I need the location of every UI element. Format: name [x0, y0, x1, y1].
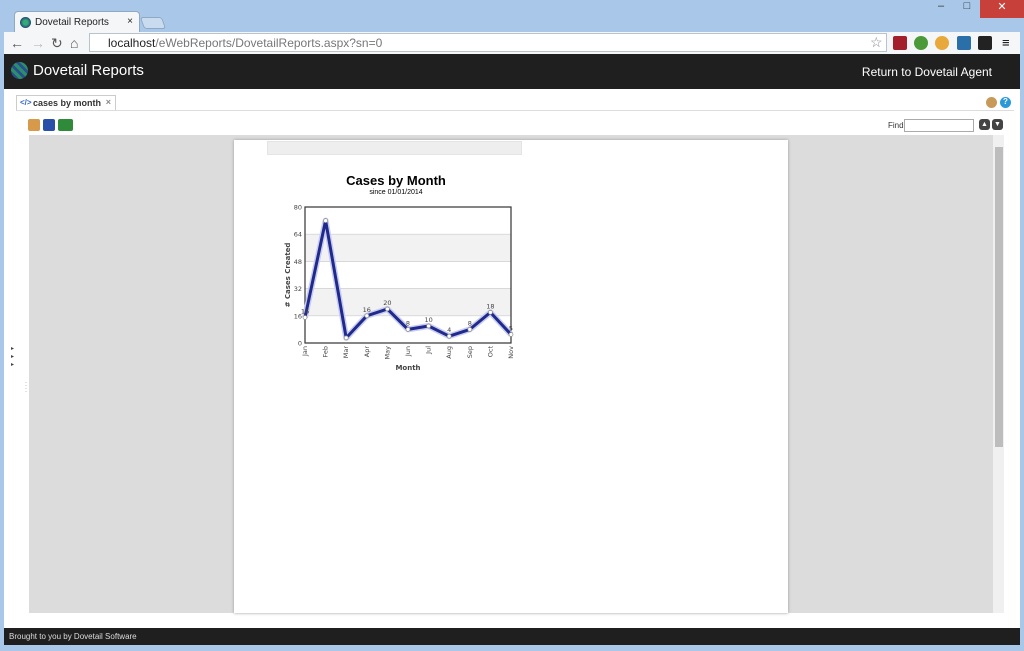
help-icon[interactable]: ? [1000, 97, 1011, 108]
x-tick-label: Nov [507, 346, 515, 359]
edit-icon[interactable] [28, 119, 40, 131]
data-point [343, 335, 349, 341]
find-next-button[interactable]: ▼ [992, 119, 1003, 130]
app-header: Dovetail Reports Return to Dovetail Agent [4, 54, 1020, 89]
bookmark-star-icon[interactable]: ☆ [870, 34, 883, 51]
data-point [446, 333, 452, 339]
data-point [467, 327, 473, 332]
browser-tab[interactable]: Dovetail Reports × [14, 11, 140, 33]
scrollbar-thumb[interactable] [995, 147, 1003, 447]
report-tab[interactable]: </> cases by month × [16, 95, 116, 111]
y-tick-label: 32 [294, 285, 302, 293]
home-icon[interactable]: ⌂ [70, 35, 78, 51]
app-title: Dovetail Reports [33, 62, 144, 79]
green-extension-icon[interactable] [914, 36, 928, 50]
splitter-handle[interactable]: · · · · [25, 380, 27, 395]
export-excel-icon[interactable] [58, 119, 73, 131]
x-tick-label: May [383, 346, 391, 360]
find-input[interactable] [904, 119, 974, 132]
y-tick-label: 64 [294, 231, 302, 239]
divider [16, 110, 1014, 111]
x-tick-label: Sep [466, 346, 474, 358]
data-point [488, 310, 493, 315]
data-label: 16 [301, 308, 309, 316]
lastpass-extension-icon[interactable] [893, 36, 907, 50]
data-point [385, 306, 390, 312]
x-tick-label: Mar [342, 346, 350, 359]
black-extension-icon[interactable] [978, 36, 992, 50]
x-axis-label: Month [395, 364, 420, 372]
find-label: Find [888, 121, 904, 130]
x-tick-label: Feb [322, 346, 330, 358]
y-tick-label: 80 [294, 204, 302, 212]
footer: Brought to you by Dovetail Software [4, 628, 1020, 645]
data-label: 20 [383, 299, 391, 307]
x-tick-label: Jul [425, 346, 433, 355]
save-icon[interactable] [43, 119, 55, 131]
close-tab-icon[interactable]: × [127, 16, 133, 27]
user-icon[interactable] [986, 97, 997, 108]
address-bar[interactable]: localhost/eWebReports/DovetailReports.as… [89, 33, 887, 52]
x-tick-label: Apr [363, 346, 371, 358]
data-point [364, 313, 370, 319]
back-icon[interactable]: ← [10, 35, 24, 51]
maximize-icon[interactable]: □ [954, 0, 980, 18]
chart-title: Cases by Month [346, 173, 446, 188]
data-point [302, 315, 308, 320]
line-chart: Cases by Month since 01/01/2014 01632486… [284, 173, 515, 372]
x-tick-label: Oct [486, 346, 494, 358]
y-axis-label: # Cases Created [284, 243, 292, 308]
chart-subtitle: since 01/01/2014 [369, 189, 422, 196]
data-point [405, 327, 411, 332]
report-tab-label: cases by month [33, 98, 102, 108]
dovetail-logo-icon [11, 62, 28, 79]
close-window-icon[interactable]: ✕ [980, 0, 1024, 18]
find-previous-button[interactable]: ▲ [979, 119, 990, 130]
reload-icon[interactable]: ↻ [51, 35, 63, 52]
dovetail-favicon [20, 17, 31, 28]
data-point [426, 323, 431, 329]
report-header-band [267, 141, 522, 155]
orange-extension-icon[interactable] [935, 36, 949, 50]
x-tick-label: Jan [301, 346, 309, 357]
data-label: 8 [468, 319, 472, 327]
code-icon: </> [20, 98, 32, 107]
vertical-scrollbar[interactable] [993, 135, 1004, 613]
data-label: 4 [447, 326, 451, 334]
data-point [508, 332, 514, 337]
close-report-tab-icon[interactable]: × [106, 97, 111, 107]
data-label: 16 [363, 306, 371, 314]
data-label: 10 [424, 316, 432, 324]
y-tick-label: 48 [294, 258, 302, 266]
return-link[interactable]: Return to Dovetail Agent [862, 65, 992, 79]
minimize-icon[interactable]: – [928, 0, 954, 18]
new-tab-button[interactable] [139, 17, 167, 29]
menu-icon[interactable]: ≡ [1002, 35, 1010, 50]
data-point [323, 218, 328, 223]
forward-icon[interactable]: → [31, 35, 45, 51]
data-label: 5 [509, 325, 513, 333]
data-label: 8 [406, 319, 410, 327]
tab-title: Dovetail Reports [35, 17, 109, 28]
x-tick-label: Aug [445, 346, 453, 359]
data-label: 18 [486, 302, 494, 310]
grid-band [305, 234, 511, 262]
x-tick-label: Jun [404, 346, 412, 357]
expand-arrows-icon[interactable]: ▸ ▸ ▸ [11, 345, 14, 369]
blue-extension-icon[interactable] [957, 36, 971, 50]
